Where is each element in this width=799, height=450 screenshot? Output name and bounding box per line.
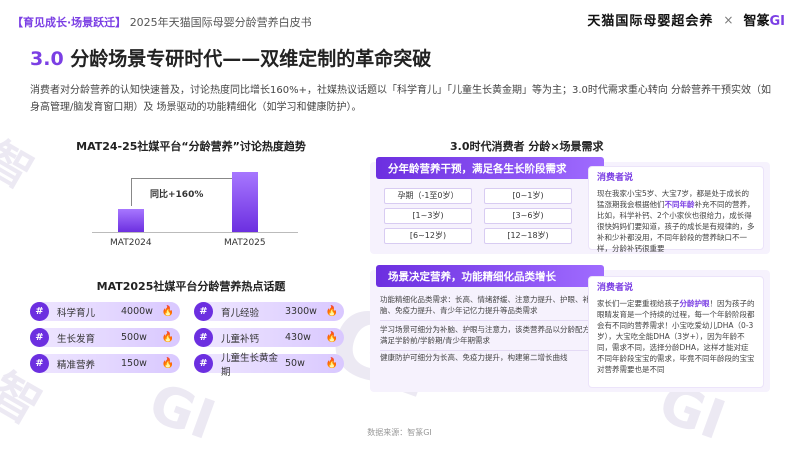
hash-icon: #: [30, 328, 49, 347]
growth-label: 同比+160%: [150, 190, 204, 200]
page-title: 3.0 分龄场景专研时代——双维定制的革命突破: [30, 44, 431, 71]
age-box: [1~3岁): [384, 208, 472, 224]
consumer-quote: 消费者说 现在我家小宝5岁、大宝7岁，都是处于成长的猛涨期我会根据他们不同年龄补…: [588, 166, 764, 253]
quote-title: 消费者说: [597, 173, 634, 183]
chart-title: MAT24-25社媒平台“分龄营养”讨论热度趋势: [76, 140, 306, 153]
age-box: [6~12岁): [384, 228, 472, 244]
topic-name: 科学育儿: [57, 307, 96, 319]
scene-line: 学习场景可细分为补脑、护眼与注意力，该类营养品以分龄配方满足学龄前/学龄期/青少…: [380, 325, 590, 345]
topic-name: 儿童生长黄金期: [221, 352, 279, 378]
topic-value: 150w: [121, 358, 147, 369]
flame-icon: 🔥: [161, 332, 174, 343]
topic-pill: # 生长发育 500w 🔥: [30, 328, 180, 347]
topic-name: 生长发育: [57, 333, 96, 345]
consumer-quote: 消费者说 家长们一定要重视给孩子分龄护眼！因为孩子的眼睛发育是一个持续的过程，每…: [588, 276, 764, 388]
bar-mat2025: [232, 172, 258, 232]
topic-pill: # 育儿经验 3300w 🔥: [194, 302, 344, 321]
topic-value: 50w: [285, 358, 305, 369]
quote-text: 家长们一定要重视给孩子分龄护眼！因为孩子的眼睛发育是一个持续的过程，每一个年龄阶…: [597, 299, 755, 374]
divider: [380, 350, 590, 351]
topic-value: 430w: [285, 332, 311, 343]
title-number: 3.0: [30, 48, 64, 70]
hash-icon: #: [194, 354, 213, 373]
brand-logos: 天猫国际母婴超会养 × 智篆GI: [587, 10, 785, 30]
age-box: [0~1岁): [484, 188, 572, 204]
section-tag: 【育见成长·场景跃迁】: [12, 16, 127, 29]
topic-value: 500w: [121, 332, 147, 343]
watermark: GI: [141, 370, 224, 450]
tmall-logo: 天猫国际母婴超会养: [587, 14, 714, 29]
title-text: 分龄场景专研时代——双维定制的革命突破: [70, 48, 432, 70]
chart-baseline: [92, 232, 298, 233]
hash-icon: #: [30, 302, 49, 321]
age-box: 孕期（-1至0岁）: [384, 188, 472, 204]
topic-name: 育儿经验: [221, 307, 260, 319]
hash-icon: #: [194, 328, 213, 347]
topic-name: 精准营养: [57, 359, 96, 371]
flame-icon: 🔥: [325, 306, 338, 317]
topic-pill: # 科学育儿 4000w 🔥: [30, 302, 180, 321]
topic-name: 儿童补钙: [221, 333, 260, 345]
right-title: 3.0时代消费者 分龄×场景需求: [450, 140, 604, 153]
x-tick-label: MAT2025: [224, 238, 266, 248]
scene-line: 功能精细化品类需求：长高、情绪舒缓、注意力提升、护眼、补脑、免疫力提升、青少年记…: [380, 295, 590, 315]
flame-icon: 🔥: [325, 332, 338, 343]
flame-icon: 🔥: [325, 358, 338, 369]
flame-icon: 🔥: [161, 358, 174, 369]
section-band: 场景决定营养，功能精细化品类增长: [376, 265, 604, 287]
zhizhuan-logo: 智篆GI: [743, 14, 785, 29]
section-band: 分年龄营养干预，满足各生长阶段需求: [376, 157, 604, 179]
flame-icon: 🔥: [161, 306, 174, 317]
brand-separator: ×: [723, 12, 734, 27]
bar-mat2024: [118, 209, 144, 232]
quote-text: 现在我家小宝5岁、大宝7岁，都是处于成长的猛涨期我会根据他们不同年龄补充不同的营…: [597, 189, 755, 253]
data-source: 数据来源：智篆GI: [367, 428, 432, 437]
topic-value: 4000w: [121, 306, 153, 317]
age-box: [12~18岁): [484, 228, 572, 244]
intro-paragraph: 消费者对分龄营养的认知快速普及，讨论热度同比增长160%+，社媒热议话题以「科学…: [30, 85, 772, 113]
topic-pill: # 精准营养 150w 🔥: [30, 354, 180, 373]
report-header: 【育见成长·场景跃迁】 2025年天猫国际母婴分龄营养白皮书: [12, 14, 312, 30]
report-title: 2025年天猫国际母婴分龄营养白皮书: [129, 16, 312, 29]
x-tick-label: MAT2024: [110, 238, 152, 248]
scene-line: 健康防护可细分为长高、免疫力提升，构建第二增长曲线: [380, 353, 568, 362]
hash-icon: #: [30, 354, 49, 373]
topics-title: MAT2025社媒平台分龄营养热点话题: [96, 280, 286, 293]
topic-pill: # 儿童补钙 430w 🔥: [194, 328, 344, 347]
age-box: [3~6岁): [484, 208, 572, 224]
watermark: 智: [0, 132, 42, 199]
divider: [380, 320, 590, 321]
topic-pill: # 儿童生长黄金期 50w 🔥: [194, 353, 344, 378]
quote-title: 消费者说: [597, 283, 634, 293]
topic-value: 3300w: [285, 306, 317, 317]
hash-icon: #: [194, 302, 213, 321]
